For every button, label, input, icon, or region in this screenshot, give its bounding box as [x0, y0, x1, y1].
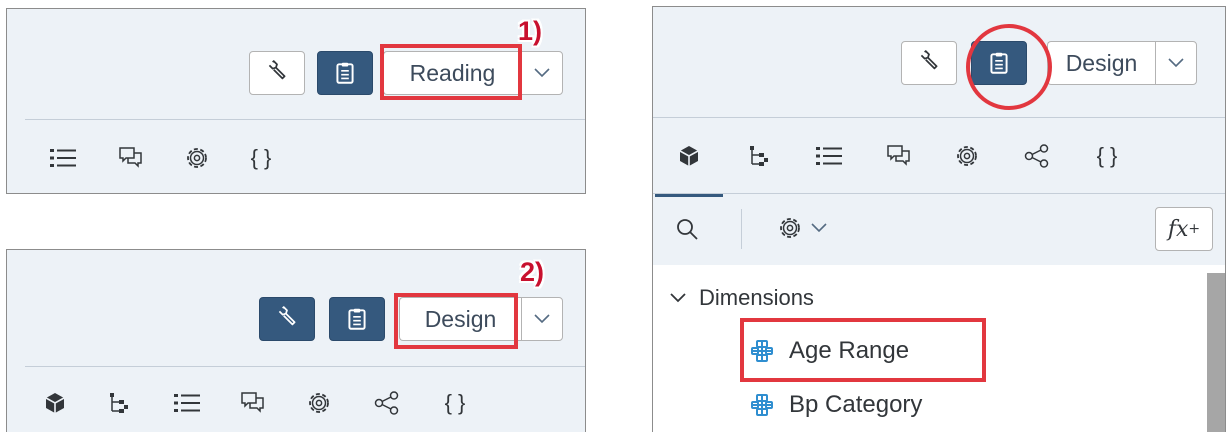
design-tools-button[interactable] [249, 51, 305, 95]
side-panel-tabs: { } [25, 119, 585, 193]
tab-code[interactable]: { } [433, 381, 477, 425]
list-icon [816, 147, 842, 165]
formula-button[interactable]: fx + [1155, 207, 1213, 251]
tab-comments[interactable] [877, 134, 921, 178]
reading-mode-panel: Reading { } [6, 8, 586, 194]
tab-comments[interactable] [109, 136, 153, 180]
chevron-down-icon [811, 223, 827, 233]
side-panel-tabs: { } [653, 117, 1225, 197]
settings-menu-button[interactable] [777, 215, 827, 241]
dimension-icon [751, 340, 773, 362]
mode-selector[interactable]: Reading [383, 51, 521, 95]
reading-mode-button[interactable] [317, 51, 373, 95]
plus-icon: + [1188, 221, 1201, 237]
gear-icon [957, 146, 977, 166]
search-icon [677, 219, 698, 240]
mode-dropdown-button[interactable] [1155, 41, 1197, 85]
tree-item-label: Bp Category [789, 391, 923, 418]
braces-icon: { } [1096, 143, 1118, 168]
tree-item-dimension[interactable]: Bp Category [749, 391, 922, 419]
tab-outline[interactable] [97, 381, 141, 425]
mode-label: Design [1065, 49, 1138, 76]
tree-item-dimension[interactable]: Age Range [749, 337, 909, 365]
design-tools-button[interactable] [259, 297, 315, 341]
chevron-down-icon [534, 314, 550, 324]
hierarchy-icon [750, 146, 768, 166]
mode-dropdown-button[interactable] [521, 297, 563, 341]
braces-icon: { } [250, 145, 272, 170]
tab-outline[interactable] [737, 134, 781, 178]
scrollbar[interactable] [1207, 273, 1225, 432]
step-2-marker: 2) [520, 257, 545, 287]
mode-selector[interactable]: Design [399, 297, 521, 341]
tab-list[interactable] [165, 381, 209, 425]
wrench-icon [278, 306, 296, 326]
share-icon [1024, 144, 1049, 168]
tab-data[interactable] [33, 381, 77, 425]
chevron-down-icon [534, 68, 550, 78]
clipboard-icon [348, 308, 366, 330]
clipboard-icon [336, 62, 354, 84]
gear-icon [309, 393, 329, 413]
hierarchy-icon [110, 393, 128, 413]
reading-mode-button[interactable] [329, 297, 385, 341]
design-tools-button[interactable] [901, 41, 957, 85]
tab-code[interactable]: { } [1085, 134, 1129, 178]
mode-selector[interactable]: Design [1047, 41, 1155, 85]
wrench-icon [268, 60, 286, 80]
braces-icon: { } [444, 390, 466, 415]
tab-data[interactable] [655, 134, 723, 197]
fx-icon: fx [1167, 216, 1189, 242]
design-mode-panel: Design { } [6, 249, 586, 432]
tab-linked-analysis[interactable] [1015, 134, 1059, 178]
clipboard-icon [990, 52, 1008, 74]
divider [653, 193, 1225, 194]
chevron-down-icon [1168, 58, 1184, 68]
side-panel-tabs: { } [25, 366, 585, 432]
cube-icon [679, 146, 699, 166]
chevron-down-icon [670, 293, 686, 303]
design-mode-panel-expanded: Design { } fx + Dimensions Age Range Bp … [652, 6, 1226, 432]
comment-icon [887, 145, 910, 166]
tab-linked-analysis[interactable] [365, 381, 409, 425]
mode-label: Design [424, 305, 497, 332]
reading-mode-button[interactable] [971, 41, 1027, 85]
list-icon [174, 394, 200, 412]
tree-item-label: Age Range [789, 337, 910, 364]
tree-group-dimensions[interactable]: Dimensions [669, 285, 814, 311]
tab-settings[interactable] [297, 381, 341, 425]
tab-list[interactable] [41, 136, 85, 180]
list-icon [50, 149, 76, 167]
comment-icon [241, 392, 264, 413]
dimension-tree: Dimensions Age Range Bp Category [653, 265, 1225, 432]
tab-settings[interactable] [175, 136, 219, 180]
dimension-icon [751, 394, 773, 416]
tab-list[interactable] [807, 134, 851, 178]
tree-group-label: Dimensions [699, 285, 814, 310]
tab-code[interactable]: { } [239, 136, 283, 180]
gear-icon [780, 218, 800, 238]
search-button[interactable] [675, 217, 699, 246]
step-1-marker: 1) [518, 16, 543, 46]
share-icon [374, 391, 399, 415]
mode-label: Reading [409, 59, 496, 86]
wrench-icon [920, 50, 938, 70]
mode-dropdown-button[interactable] [521, 51, 563, 95]
comment-icon [119, 147, 142, 168]
gear-icon [187, 148, 207, 168]
tab-comments[interactable] [231, 381, 275, 425]
tab-settings[interactable] [945, 134, 989, 178]
toolbar-separator [741, 209, 742, 249]
cube-icon [45, 393, 65, 413]
